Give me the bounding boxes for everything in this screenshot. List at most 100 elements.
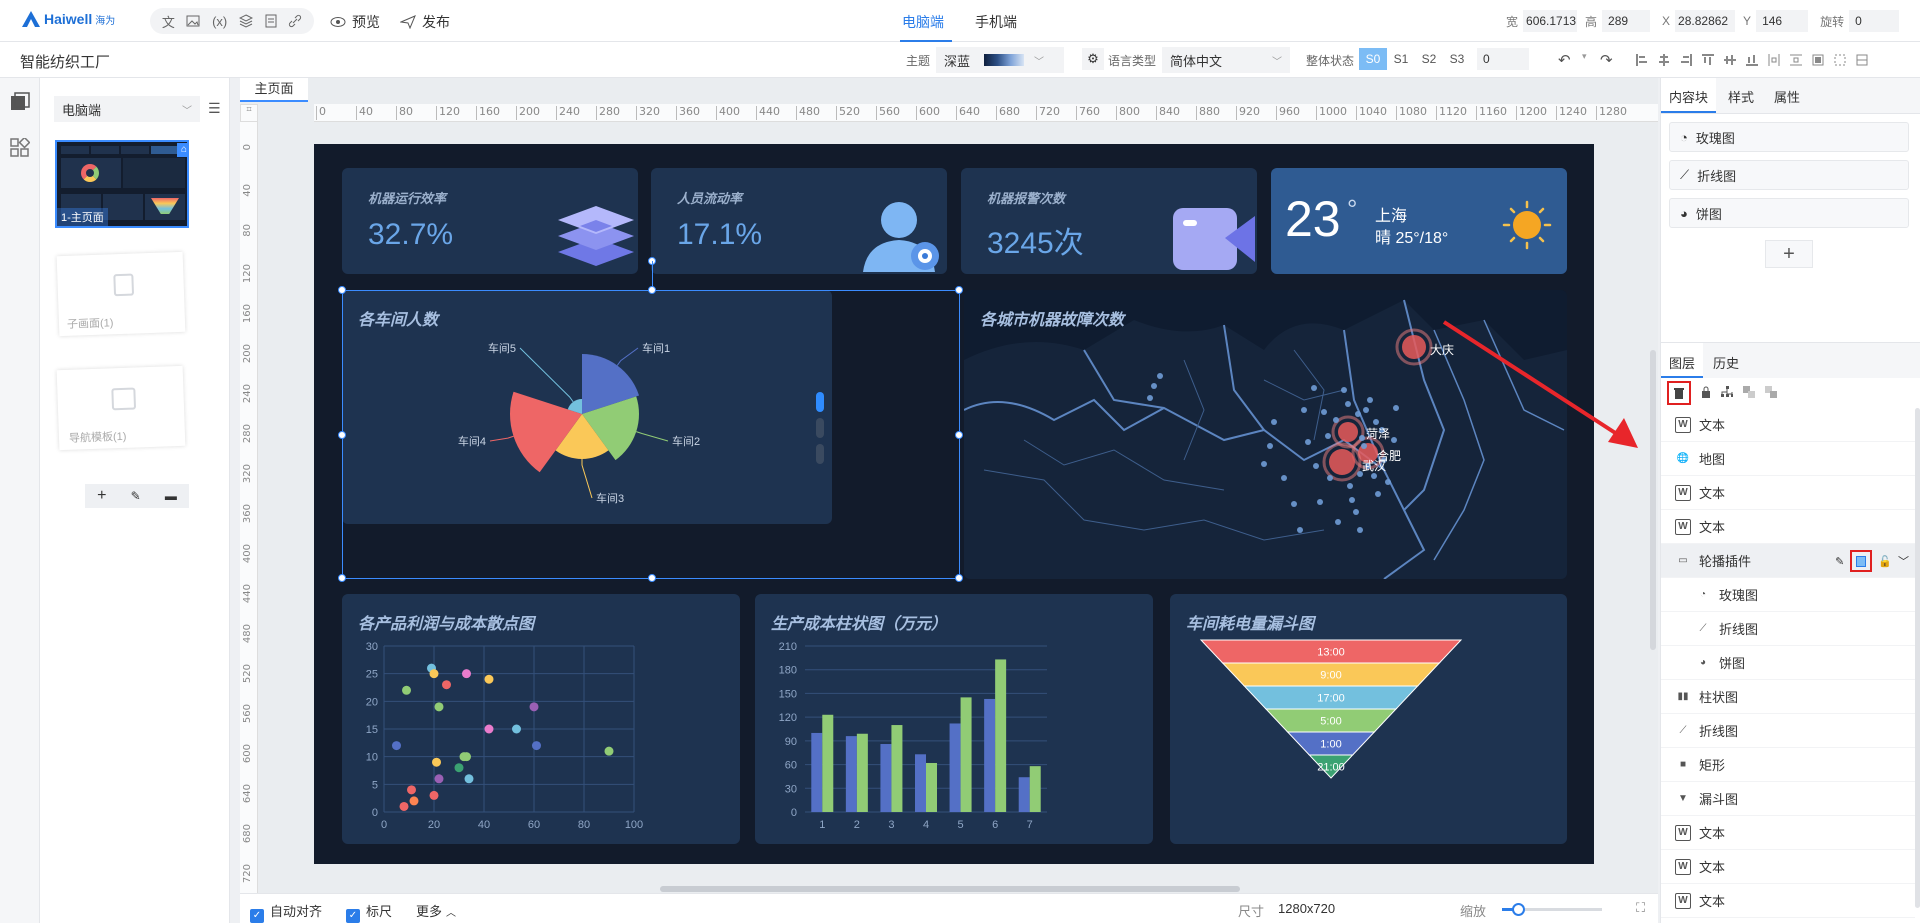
resize-handle[interactable]: [955, 431, 963, 439]
hierarchy-icon[interactable]: [1721, 385, 1733, 401]
state-s1-button[interactable]: S1: [1387, 48, 1415, 70]
layer-item[interactable]: ⟋ 折线图: [1661, 714, 1915, 748]
chevron-down-icon[interactable]: ﹀: [1898, 553, 1909, 569]
gear-icon[interactable]: ⚙: [1082, 48, 1104, 70]
layer-item[interactable]: ◔ 玫瑰图: [1661, 578, 1915, 612]
layer-item[interactable]: W 文本: [1661, 408, 1915, 442]
state-s3-button[interactable]: S3: [1443, 48, 1471, 70]
funnel-panel[interactable]: 车间耗电量漏斗图 13:00 9:00 17:00 5:00 1:00 21:00: [1170, 594, 1567, 844]
y-field[interactable]: 146: [1756, 10, 1809, 32]
layer-item[interactable]: ◕ 饼图: [1661, 646, 1915, 680]
x-field[interactable]: 28.82862: [1675, 10, 1736, 32]
align-bottom-icon[interactable]: [1746, 54, 1758, 66]
pie-panel[interactable]: 各车间人数 车间1 车间2 车间3 车间4 车间5: [342, 290, 832, 524]
edit-page-icon[interactable]: ✎: [131, 489, 141, 503]
bar-panel[interactable]: 生产成本柱状图（万元） 0 30 60 90 120 150 180 210 1 2 3 4 5 6 7: [755, 594, 1153, 844]
page-thumb-nav[interactable]: 导航模板(1): [56, 365, 186, 451]
more-align-icon[interactable]: [1856, 54, 1868, 66]
doc-icon[interactable]: [265, 14, 277, 28]
add-page-icon[interactable]: +: [97, 487, 106, 505]
layer-scrollbar[interactable]: [1915, 408, 1920, 908]
state-value-field[interactable]: 0: [1477, 48, 1529, 70]
folder-icon[interactable]: ▬: [165, 489, 177, 503]
state-s0-button[interactable]: S0: [1359, 48, 1387, 70]
width-field[interactable]: 606.1713: [1523, 10, 1578, 32]
weather-card[interactable]: 23 ° 上海 晴 25°/18°: [1271, 168, 1567, 274]
align-left-icon[interactable]: [1636, 54, 1648, 66]
layer-item[interactable]: 🌐 地图: [1661, 442, 1915, 476]
delete-icon[interactable]: [1667, 381, 1691, 405]
zoom-slider[interactable]: [1502, 903, 1602, 916]
ungroup-icon[interactable]: [1834, 54, 1846, 66]
image-icon[interactable]: [186, 15, 200, 27]
variable-icon[interactable]: (x): [212, 14, 227, 29]
translate-icon[interactable]: 文: [162, 12, 175, 31]
components-icon[interactable]: [10, 138, 30, 158]
fit-screen-icon[interactable]: ⛶: [1636, 900, 1645, 916]
layer-item[interactable]: ▼ 漏斗图: [1661, 782, 1915, 816]
align-middle-icon[interactable]: [1724, 54, 1736, 66]
add-content-block-button[interactable]: +: [1765, 240, 1813, 268]
layer-item[interactable]: W 文本: [1661, 476, 1915, 510]
lock-icon[interactable]: [1701, 386, 1711, 401]
preview-button[interactable]: 预览: [330, 12, 380, 32]
tab-content-blocks[interactable]: 内容块: [1661, 78, 1717, 113]
device-select[interactable]: 电脑端 ﹀: [54, 96, 200, 122]
send-backward-icon[interactable]: [1765, 385, 1777, 401]
state-s2-button[interactable]: S2: [1415, 48, 1443, 70]
auto-align-checkbox[interactable]: ✓ 自动对齐: [250, 901, 322, 923]
layer-item[interactable]: W 文本: [1661, 884, 1915, 918]
layer-item[interactable]: ■ 矩形: [1661, 748, 1915, 782]
tab-history[interactable]: 历史: [1703, 343, 1749, 378]
horizontal-scrollbar[interactable]: [660, 886, 1240, 892]
pages-icon[interactable]: [10, 92, 30, 112]
page-thumb-main[interactable]: ⌂ 1-主页面: [55, 140, 189, 228]
align-center-icon[interactable]: [1658, 54, 1670, 66]
carousel-dot[interactable]: [816, 418, 824, 438]
resize-handle[interactable]: [955, 286, 963, 294]
layer-item[interactable]: W 文本: [1661, 510, 1915, 544]
redo-icon[interactable]: ↷: [1600, 51, 1613, 69]
content-block-item[interactable]: ◔ 玫瑰图: [1669, 122, 1909, 152]
layer-item[interactable]: W 文本: [1661, 816, 1915, 850]
tab-layers[interactable]: 图层: [1661, 343, 1704, 378]
resize-handle[interactable]: [338, 574, 346, 582]
tab-attributes[interactable]: 属性: [1766, 78, 1808, 113]
content-block-item[interactable]: ◕ 饼图: [1669, 198, 1909, 228]
link-icon[interactable]: [288, 14, 302, 28]
visibility-icon[interactable]: [1850, 550, 1873, 572]
ruler-checkbox[interactable]: ✓ 标尺: [346, 901, 392, 923]
carousel-dot[interactable]: [816, 444, 824, 464]
tab-style[interactable]: 样式: [1716, 78, 1766, 113]
undo-icon[interactable]: ↶: [1558, 51, 1571, 69]
kpi-card-turnover[interactable]: 人员流动率 17.1%: [651, 168, 947, 274]
layer-item[interactable]: ▮▮ 柱状图: [1661, 680, 1915, 714]
publish-button[interactable]: 发布: [400, 12, 450, 32]
page-thumb-sub[interactable]: 子画面(1): [56, 251, 186, 337]
resize-handle[interactable]: [955, 574, 963, 582]
language-select[interactable]: 简体中文 ﹀: [1162, 47, 1290, 73]
distribute-v-icon[interactable]: [1790, 54, 1802, 66]
theme-select[interactable]: 深蓝 ﹀: [936, 47, 1064, 73]
height-field[interactable]: 289: [1602, 10, 1651, 32]
bring-forward-icon[interactable]: [1743, 385, 1755, 401]
edit-icon[interactable]: ✎: [1835, 555, 1844, 568]
layer-item[interactable]: ⟋ 折线图: [1661, 612, 1915, 646]
layers-icon[interactable]: [238, 14, 253, 28]
group-icon[interactable]: [1812, 54, 1824, 66]
vertical-scrollbar[interactable]: [1650, 350, 1656, 650]
layer-item[interactable]: W 文本: [1661, 850, 1915, 884]
resize-handle[interactable]: [648, 574, 656, 582]
undo-menu-icon[interactable]: ▾: [1582, 51, 1587, 62]
distribute-h-icon[interactable]: [1768, 54, 1780, 66]
align-right-icon[interactable]: [1680, 54, 1692, 66]
align-top-icon[interactable]: [1702, 54, 1714, 66]
carousel-dot-active[interactable]: [816, 392, 824, 412]
tab-mobile[interactable]: 手机端: [975, 12, 1017, 32]
more-button[interactable]: 更多 ︿: [416, 901, 456, 920]
tab-desktop[interactable]: 电脑端: [902, 12, 944, 32]
layer-item[interactable]: ▭ 轮播插件 ✎ 🔓 ﹀: [1661, 544, 1915, 578]
kpi-card-alarms[interactable]: 机器报警次数 3245次: [961, 168, 1257, 274]
list-view-icon[interactable]: ☰: [208, 100, 221, 117]
rotate-field[interactable]: 0: [1849, 10, 1900, 32]
